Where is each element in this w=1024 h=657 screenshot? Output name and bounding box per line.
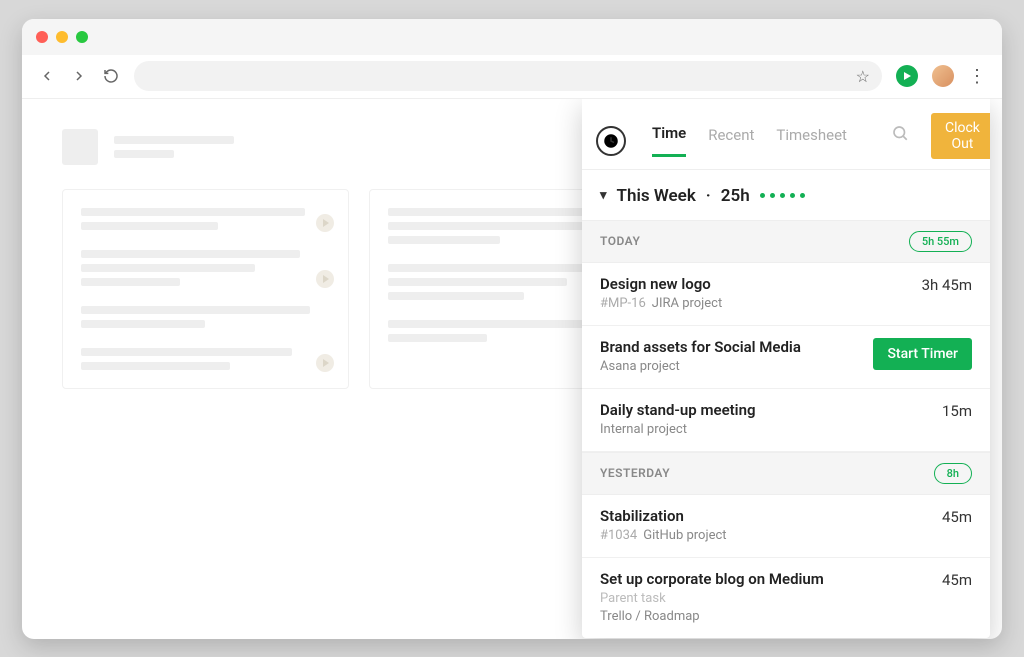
browser-toolbar: ☆ ⋮ <box>22 55 1002 99</box>
reload-button[interactable] <box>102 67 120 85</box>
chevron-down-icon: ▾ <box>600 188 607 203</box>
tab-recent[interactable]: Recent <box>708 126 754 156</box>
address-bar[interactable]: ☆ <box>134 61 882 91</box>
day-label: YESTERDAY <box>600 466 670 480</box>
entry-title: Set up corporate blog on Medium <box>600 570 824 588</box>
entry-title: Brand assets for Social Media <box>600 338 801 356</box>
entry-tag: #MP-16 <box>600 296 646 311</box>
entry-body: Daily stand-up meeting Internal project <box>600 401 756 437</box>
window-zoom-icon[interactable] <box>76 31 88 43</box>
browser-window: ☆ ⋮ <box>22 19 1002 639</box>
time-tracker-panel: Time Recent Timesheet Clock Out ▾ This W… <box>582 99 990 638</box>
entry-tag: #1034 <box>600 528 637 543</box>
week-separator: · <box>706 186 711 206</box>
time-entry[interactable]: Daily stand-up meeting Internal project 15… <box>582 389 990 452</box>
day-total-pill: 5h 55m <box>909 231 972 252</box>
entry-body: Set up corporate blog on Medium Parent ta… <box>600 570 824 624</box>
time-entry[interactable]: Set up corporate blog on Medium Parent ta… <box>582 558 990 638</box>
week-progress-dots <box>760 193 805 198</box>
entry-project: Asana project <box>600 359 801 374</box>
entries-sections: TODAY 5h 55m Design new logo #MP-16JIRA pro… <box>582 220 990 638</box>
day-total-pill: 8h <box>934 463 972 484</box>
tab-timesheet[interactable]: Timesheet <box>776 126 847 156</box>
entry-duration: 3h 45m <box>922 275 972 294</box>
time-entry[interactable]: Stabilization #1034GitHub project 45m <box>582 495 990 558</box>
search-icon[interactable] <box>891 124 909 158</box>
back-button[interactable] <box>38 67 56 85</box>
browser-menu-icon[interactable]: ⋮ <box>968 66 986 87</box>
app-logo-icon <box>596 126 626 156</box>
clock-out-button[interactable]: Clock Out <box>931 113 990 159</box>
user-avatar[interactable] <box>932 65 954 87</box>
entry-project: Trello / Roadmap <box>600 609 824 624</box>
week-label: This Week <box>617 186 696 206</box>
entry-duration: 45m <box>942 570 972 589</box>
day-header: YESTERDAY 8h <box>582 452 990 495</box>
week-summary[interactable]: ▾ This Week · 25h <box>582 170 990 220</box>
start-timer-button[interactable]: Start Timer <box>873 338 972 370</box>
tab-time[interactable]: Time <box>652 124 686 157</box>
window-minimize-icon[interactable] <box>56 31 68 43</box>
day-header: TODAY 5h 55m <box>582 220 990 263</box>
time-entry[interactable]: Design new logo #MP-16JIRA project 3h 45m <box>582 263 990 326</box>
entry-title: Design new logo <box>600 275 722 293</box>
panel-tabbar: Time Recent Timesheet Clock Out <box>582 99 990 170</box>
window-titlebar <box>22 19 1002 55</box>
week-total: 25h <box>721 186 750 206</box>
entry-project: #1034GitHub project <box>600 528 727 543</box>
entry-project: Internal project <box>600 422 756 437</box>
extension-play-button[interactable] <box>896 65 918 87</box>
entry-duration: 15m <box>942 401 972 420</box>
window-close-icon[interactable] <box>36 31 48 43</box>
day-label: TODAY <box>600 234 640 248</box>
entry-body: Brand assets for Social Media Asana proje… <box>600 338 801 374</box>
entry-body: Stabilization #1034GitHub project <box>600 507 727 543</box>
entry-title: Stabilization <box>600 507 727 525</box>
entry-project: #MP-16JIRA project <box>600 296 722 311</box>
bookmark-star-icon[interactable]: ☆ <box>856 67 870 86</box>
entry-duration: 45m <box>942 507 972 526</box>
forward-button[interactable] <box>70 67 88 85</box>
page-content: Time Recent Timesheet Clock Out ▾ This W… <box>22 99 1002 639</box>
entry-body: Design new logo #MP-16JIRA project <box>600 275 722 311</box>
entry-title: Daily stand-up meeting <box>600 401 756 419</box>
entry-parent: Parent task <box>600 591 824 606</box>
time-entry[interactable]: Brand assets for Social Media Asana proje… <box>582 326 990 389</box>
